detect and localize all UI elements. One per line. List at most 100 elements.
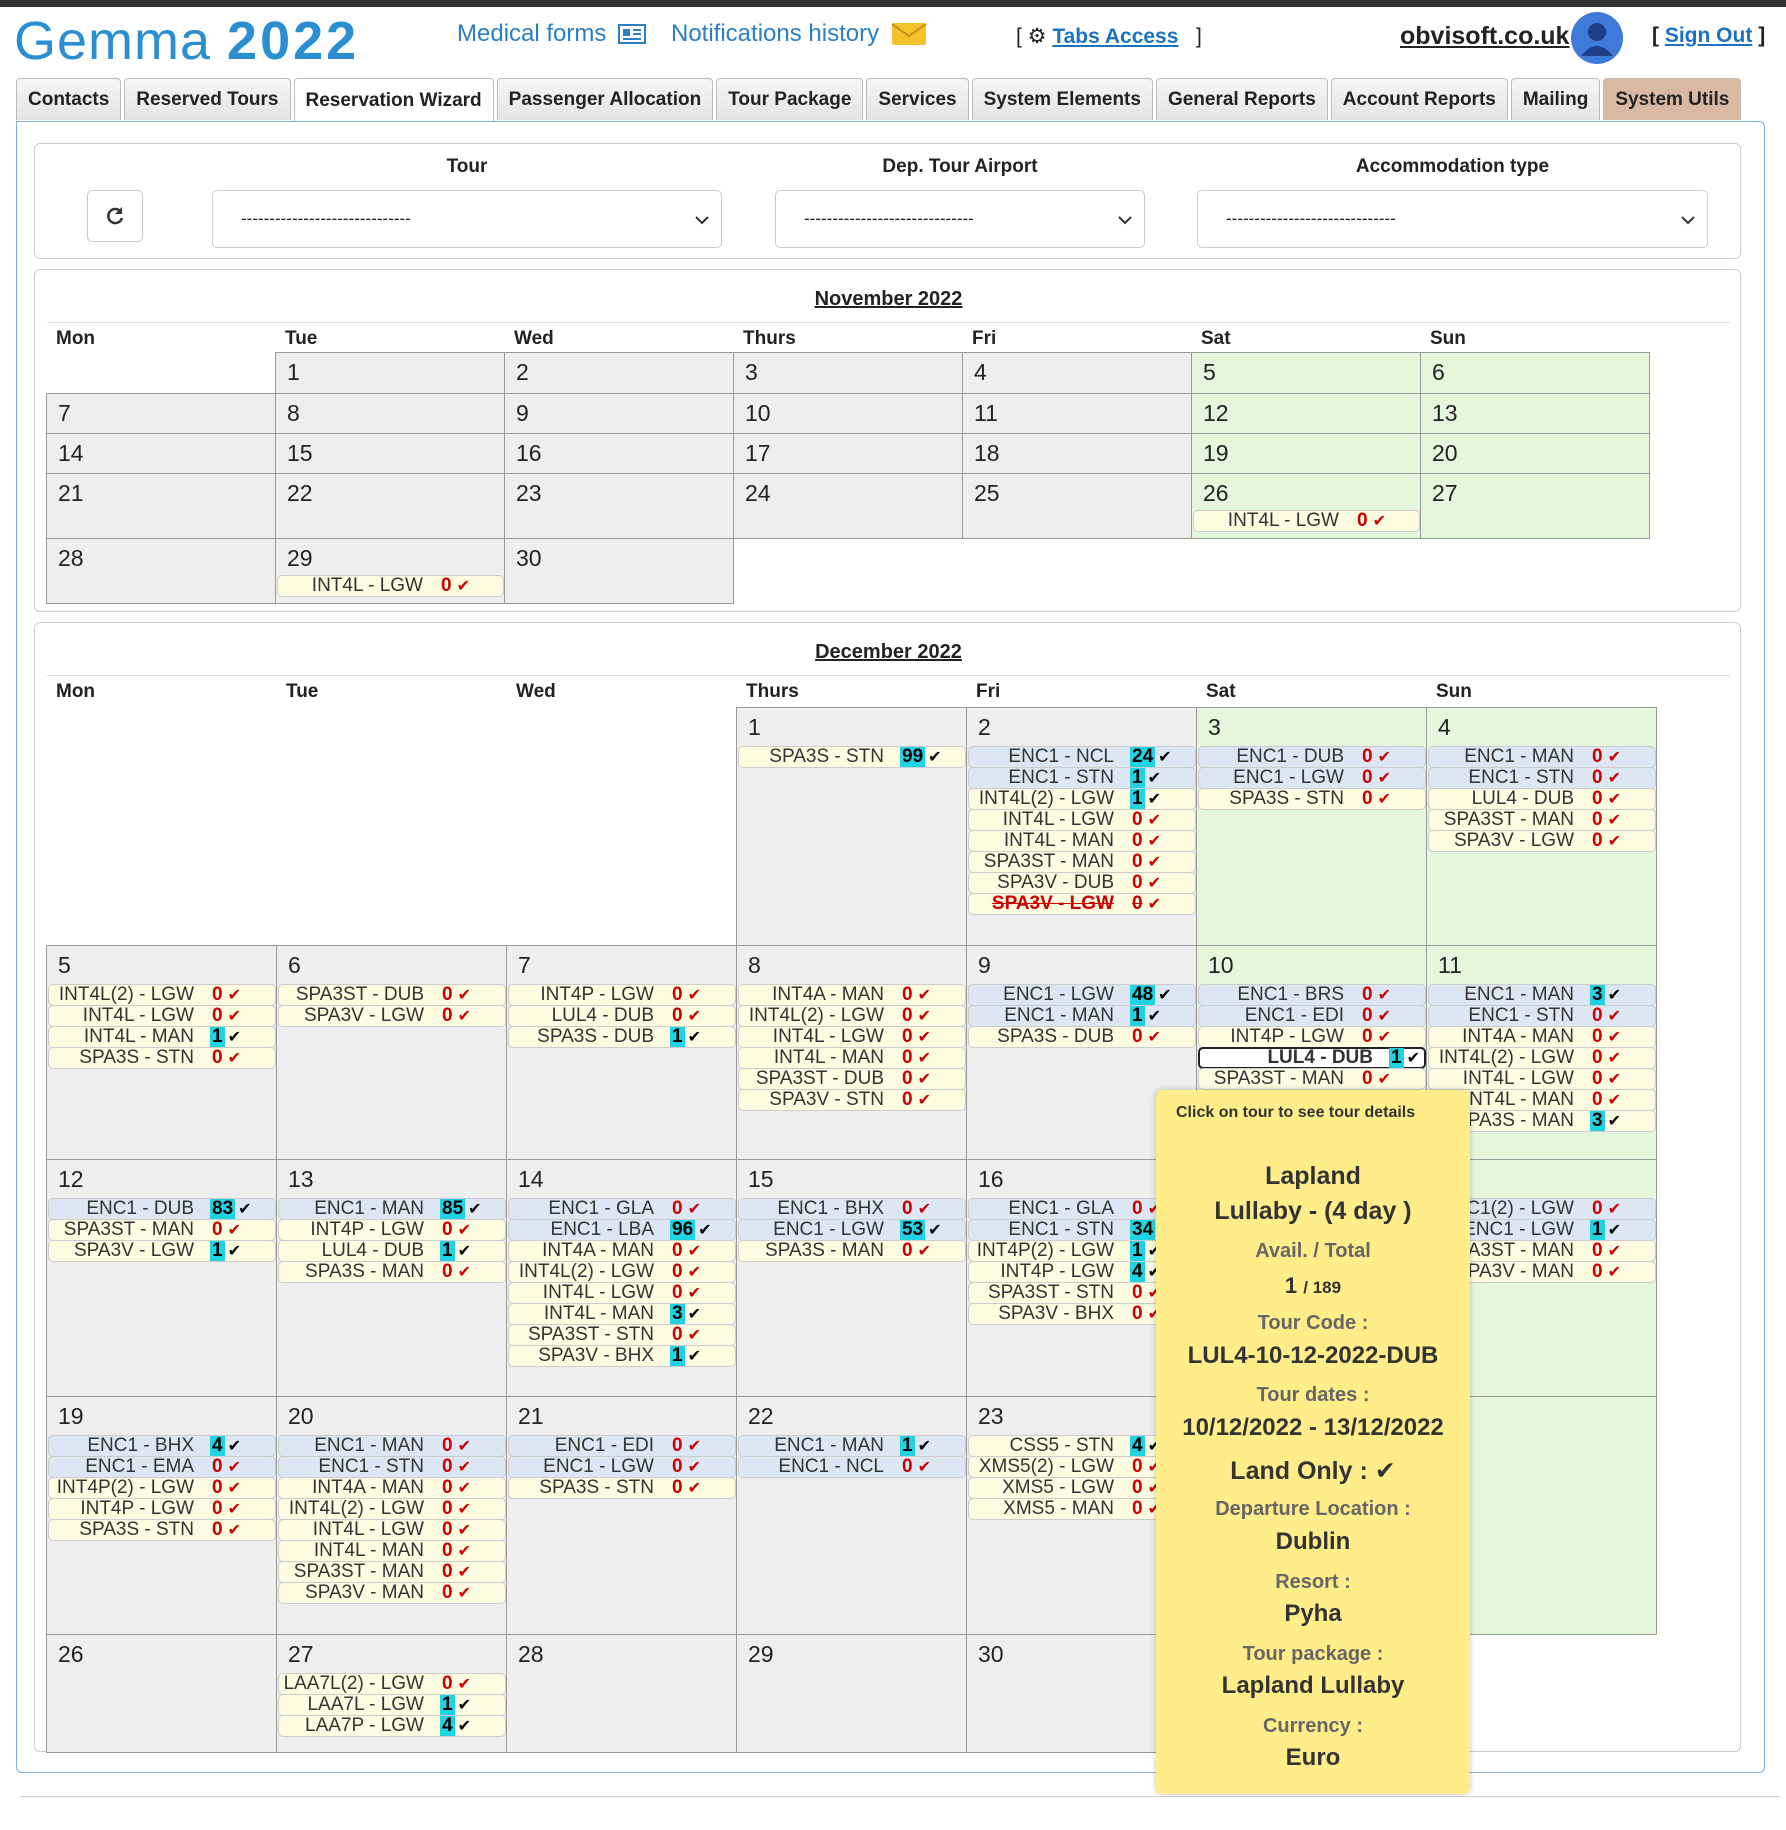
tour-entry[interactable]: INT4L - MAN 3 ✔ [508, 1303, 736, 1325]
tab-contacts[interactable]: Contacts [16, 78, 122, 120]
tour-entry[interactable]: ENC1 - BRS 0 ✔ [1198, 984, 1426, 1006]
tour-entry[interactable]: INT4L - LGW 0 ✔ [1428, 1068, 1656, 1090]
tour-entry[interactable]: INT4L - MAN 0 ✔ [968, 830, 1196, 852]
tour-entry[interactable]: INT4L - LGW 0 ✔ [277, 575, 504, 597]
tour-entry[interactable]: SPA3S - STN 0 ✔ [48, 1519, 276, 1541]
tour-entry[interactable]: ENC1 - NCL 24 ✔ [968, 746, 1196, 768]
tour-entry[interactable]: INT4L(2) - LGW 1 ✔ [968, 788, 1196, 810]
tour-entry[interactable]: INT4L - MAN 0 ✔ [738, 1047, 966, 1069]
medical-forms-link[interactable]: Medical forms [457, 20, 647, 48]
tour-entry[interactable]: ENC1 - STN 0 ✔ [1428, 1005, 1656, 1027]
tour-entry[interactable]: INT4P - LGW 0 ✔ [278, 1219, 506, 1241]
tour-entry[interactable]: ENC1 - STN 0 ✔ [278, 1456, 506, 1478]
tour-entry[interactable]: ENC1 - MAN 1 ✔ [968, 1005, 1196, 1027]
tour-entry[interactable]: SPA3V - LGW 0 ✔ [968, 893, 1196, 915]
tour-entry[interactable]: ENC1 - BHX 4 ✔ [48, 1435, 276, 1457]
tab-reservation-wizard[interactable]: Reservation Wizard [293, 78, 494, 122]
tour-entry[interactable]: ENC1 - MAN 85 ✔ [278, 1198, 506, 1220]
tab-reserved-tours[interactable]: Reserved Tours [124, 78, 291, 120]
tour-entry[interactable]: INT4A - MAN 0 ✔ [1428, 1026, 1656, 1048]
tour-entry[interactable]: SPA3ST - MAN 0 ✔ [278, 1561, 506, 1583]
tour-entry[interactable]: SPA3ST - MAN 0 ✔ [48, 1219, 276, 1241]
tour-entry[interactable]: INT4L(2) - LGW 0 ✔ [738, 1005, 966, 1027]
tour-entry[interactable]: INT4A - MAN 0 ✔ [278, 1477, 506, 1499]
tab-passenger-allocation[interactable]: Passenger Allocation [496, 78, 714, 120]
tour-entry[interactable]: ENC1 - STN 1 ✔ [968, 767, 1196, 789]
tour-entry[interactable]: INT4L - LGW 0 ✔ [48, 1005, 276, 1027]
tour-entry[interactable]: ENC1 - EDI 0 ✔ [1198, 1005, 1426, 1027]
tab-system-utils[interactable]: System Utils [1603, 78, 1742, 120]
tour-entry[interactable]: INT4L - LGW 0 ✔ [508, 1282, 736, 1304]
tour-entry[interactable]: SPA3V - LGW 0 ✔ [1428, 830, 1656, 852]
sign-out-link[interactable]: Sign Out [1665, 24, 1753, 47]
tabs-access-link[interactable]: Tabs Access [1052, 25, 1178, 48]
tour-entry[interactable]: LUL4 - DUB 1 ✔ [278, 1240, 506, 1262]
tour-entry[interactable]: SPA3V - STN 0 ✔ [738, 1089, 966, 1111]
tour-entry[interactable]: SPA3S - DUB 0 ✔ [968, 1026, 1196, 1048]
tab-services[interactable]: Services [866, 78, 969, 120]
airport-select[interactable]: ------------------------------ [775, 190, 1145, 248]
account-domain[interactable]: obvisoft.co.uk [1400, 22, 1569, 51]
tour-entry[interactable]: INT4L(2) - LGW 0 ✔ [1428, 1047, 1656, 1069]
tour-entry[interactable]: SPA3ST - DUB 0 ✔ [738, 1068, 966, 1090]
tour-entry[interactable]: LAA7P - LGW 4 ✔ [278, 1715, 506, 1737]
tour-entry[interactable]: LUL4 - DUB 0 ✔ [508, 1005, 736, 1027]
tab-tour-package[interactable]: Tour Package [716, 78, 864, 120]
tour-entry[interactable]: INT4L - MAN 1 ✔ [48, 1026, 276, 1048]
accommodation-select[interactable]: ------------------------------ [1197, 190, 1708, 248]
tour-entry[interactable]: SPA3V - DUB 0 ✔ [968, 872, 1196, 894]
tour-entry[interactable]: ENC1 - BHX 0 ✔ [738, 1198, 966, 1220]
tour-entry[interactable]: SPA3S - STN 99 ✔ [738, 746, 966, 768]
tour-entry[interactable]: ENC1 - LGW 0 ✔ [1198, 767, 1426, 789]
tour-entry[interactable]: ENC1 - LGW 0 ✔ [508, 1456, 736, 1478]
tour-entry[interactable]: ENC1 - NCL 0 ✔ [738, 1456, 966, 1478]
tour-entry[interactable]: INT4L - LGW 0 ✔ [968, 809, 1196, 831]
tour-entry[interactable]: SPA3S - DUB 1 ✔ [508, 1026, 736, 1048]
tour-entry[interactable]: INT4L(2) - LGW 0 ✔ [508, 1261, 736, 1283]
tour-entry[interactable]: SPA3ST - MAN 0 ✔ [1428, 809, 1656, 831]
tour-entry[interactable]: SPA3V - LGW 1 ✔ [48, 1240, 276, 1262]
tour-entry[interactable]: SPA3V - BHX 1 ✔ [508, 1345, 736, 1367]
tour-entry[interactable]: ENC1 - DUB 83 ✔ [48, 1198, 276, 1220]
notifications-history-link[interactable]: Notifications history [671, 20, 927, 48]
tour-entry[interactable]: INT4A - MAN 0 ✔ [738, 984, 966, 1006]
tour-entry[interactable]: INT4L - LGW 0 ✔ [1193, 510, 1420, 532]
tour-entry[interactable]: LUL4 - DUB 0 ✔ [1428, 788, 1656, 810]
tour-entry[interactable]: ENC1 - LGW 53 ✔ [738, 1219, 966, 1241]
tab-account-reports[interactable]: Account Reports [1330, 78, 1508, 120]
tour-entry[interactable]: ENC1 - MAN 0 ✔ [1428, 746, 1656, 768]
tour-entry[interactable]: SPA3ST - STN 0 ✔ [508, 1324, 736, 1346]
tour-entry[interactable]: SPA3S - STN 0 ✔ [48, 1047, 276, 1069]
tour-entry[interactable]: INT4P - LGW 0 ✔ [1198, 1026, 1426, 1048]
tab-system-elements[interactable]: System Elements [971, 78, 1153, 120]
tour-entry[interactable]: SPA3ST - MAN 0 ✔ [968, 851, 1196, 873]
tour-entry[interactable]: INT4P - LGW 0 ✔ [48, 1498, 276, 1520]
user-avatar[interactable] [1571, 12, 1623, 64]
tour-entry[interactable]: INT4L - LGW 0 ✔ [278, 1519, 506, 1541]
tour-entry[interactable]: INT4P(2) - LGW 0 ✔ [48, 1477, 276, 1499]
tour-entry[interactable]: INT4L - MAN 0 ✔ [278, 1540, 506, 1562]
tour-entry[interactable]: SPA3ST - MAN 0 ✔ [1198, 1068, 1426, 1090]
tour-entry[interactable]: LAA7L - LGW 1 ✔ [278, 1694, 506, 1716]
tour-entry[interactable]: ENC1 - LBA 96 ✔ [508, 1219, 736, 1241]
tour-entry[interactable]: LUL4 - DUB 1 ✔ [1198, 1047, 1426, 1069]
tab-mailing[interactable]: Mailing [1510, 78, 1601, 120]
tour-entry[interactable]: SPA3V - LGW 0 ✔ [278, 1005, 506, 1027]
tour-entry[interactable]: ENC1 - DUB 0 ✔ [1198, 746, 1426, 768]
tour-entry[interactable]: INT4L(2) - LGW 0 ✔ [278, 1498, 506, 1520]
tour-entry[interactable]: INT4L(2) - LGW 0 ✔ [48, 984, 276, 1006]
tour-entry[interactable]: SPA3S - MAN 0 ✔ [738, 1240, 966, 1262]
tour-entry[interactable]: ENC1 - MAN 1 ✔ [738, 1435, 966, 1457]
tour-entry[interactable]: ENC1 - LGW 48 ✔ [968, 984, 1196, 1006]
tour-entry[interactable]: ENC1 - STN 0 ✔ [1428, 767, 1656, 789]
tour-entry[interactable]: ENC1 - EDI 0 ✔ [508, 1435, 736, 1457]
tour-entry[interactable]: SPA3S - STN 0 ✔ [1198, 788, 1426, 810]
refresh-button[interactable] [87, 190, 143, 242]
tour-entry[interactable]: LAA7L(2) - LGW 0 ✔ [278, 1673, 506, 1695]
tour-entry[interactable]: SPA3S - MAN 0 ✔ [278, 1261, 506, 1283]
tour-entry[interactable]: INT4P - LGW 0 ✔ [508, 984, 736, 1006]
tour-select[interactable]: ------------------------------ [212, 190, 722, 248]
tour-entry[interactable]: ENC1 - MAN 0 ✔ [278, 1435, 506, 1457]
tour-entry[interactable]: INT4A - MAN 0 ✔ [508, 1240, 736, 1262]
tour-entry[interactable]: SPA3S - STN 0 ✔ [508, 1477, 736, 1499]
